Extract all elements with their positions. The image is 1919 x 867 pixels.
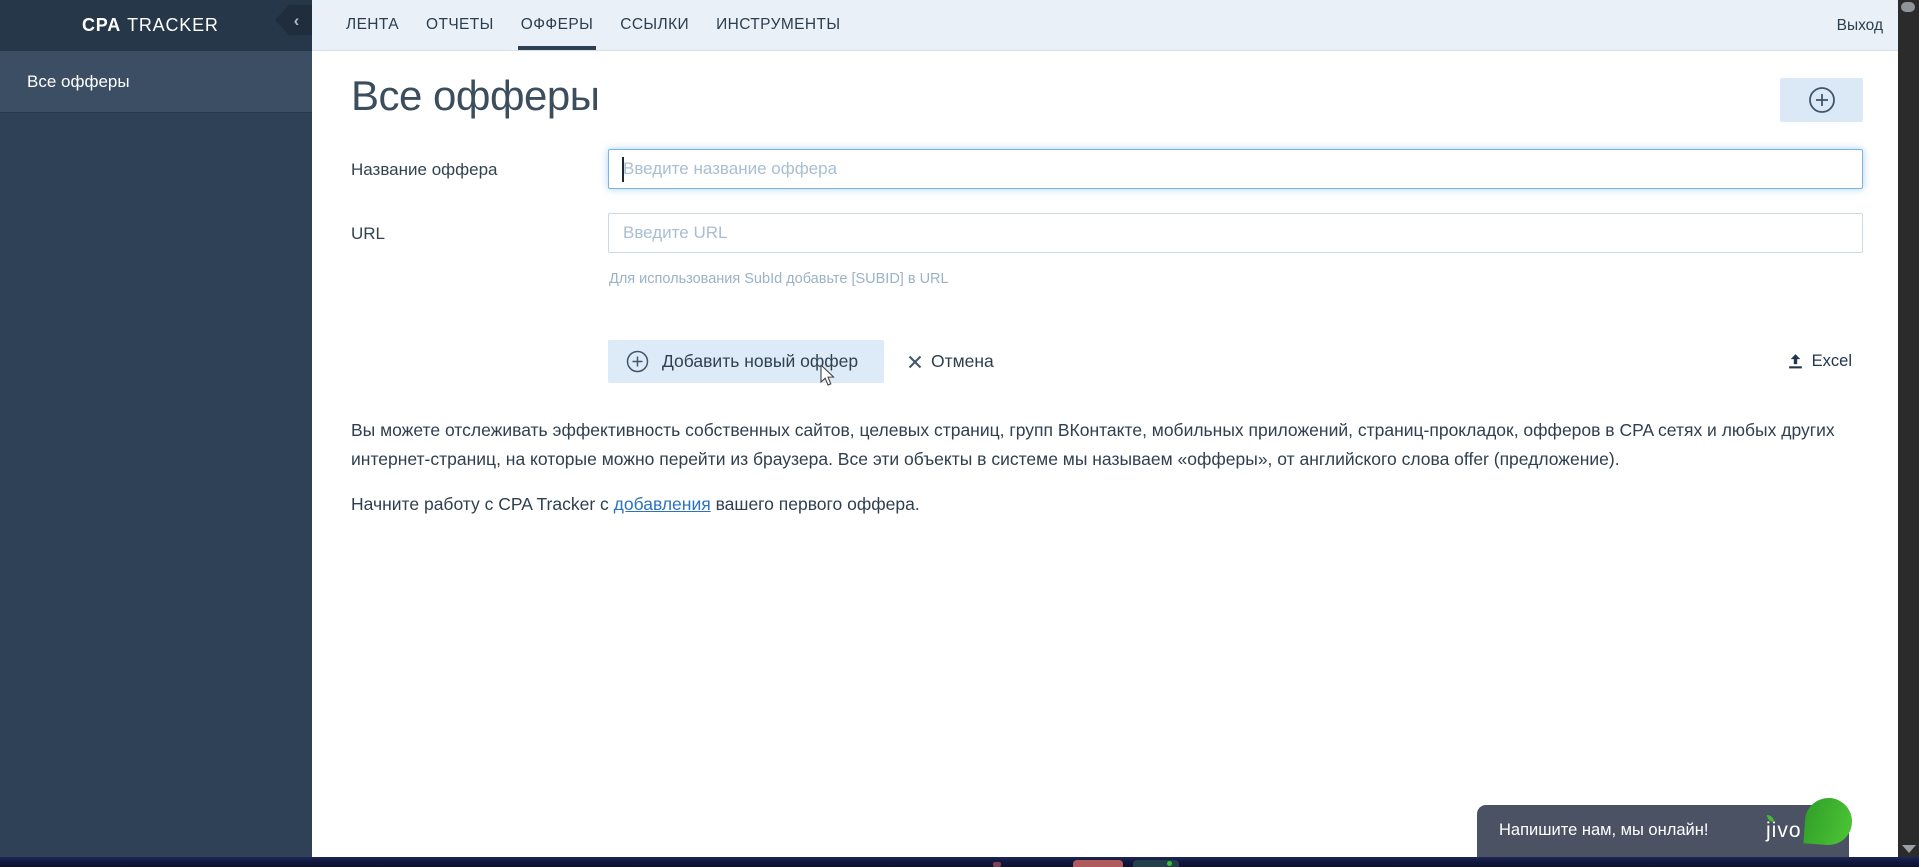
sidebar: CPA TRACKER ‹ Все офферы bbox=[0, 0, 312, 857]
text-caret bbox=[622, 157, 624, 182]
status-dot bbox=[1167, 861, 1172, 866]
chat-message: Напишите нам, мы онлайн! bbox=[1499, 821, 1709, 839]
app-logo: CPA TRACKER bbox=[82, 15, 219, 36]
tab-ssylki[interactable]: ССЫЛКИ bbox=[620, 0, 689, 50]
offer-url-input[interactable] bbox=[608, 213, 1863, 253]
tab-offery[interactable]: ОФФЕРЫ bbox=[517, 0, 597, 50]
taskbar-item bbox=[1073, 860, 1123, 867]
paragraph2-before: Начните работу с CPA Tracker с bbox=[351, 494, 614, 514]
nav-tabs: ЛЕНТА ОТЧЕТЫ ОФФЕРЫ ССЫЛКИ ИНСТРУМЕНТЫ bbox=[312, 0, 840, 50]
offer-name-label: Название оффера bbox=[351, 160, 498, 179]
offer-name-input[interactable] bbox=[608, 149, 1863, 189]
upload-icon bbox=[1787, 353, 1804, 370]
close-icon bbox=[908, 355, 922, 369]
main-content: Все офферы Название оффера URL Для испол… bbox=[312, 52, 1898, 857]
scrollbar-thumb[interactable] bbox=[1901, 2, 1915, 12]
sidebar-collapse-button[interactable]: ‹ bbox=[275, 5, 312, 35]
add-offer-top-button[interactable] bbox=[1780, 78, 1863, 122]
description-paragraph: Вы можете отслеживать эффективность собс… bbox=[351, 420, 1835, 469]
add-offer-link[interactable]: добавления bbox=[614, 494, 711, 514]
plus-circle-icon bbox=[626, 350, 649, 373]
tab-lenta[interactable]: ЛЕНТА bbox=[346, 0, 399, 50]
taskbar-sliver bbox=[0, 857, 1919, 867]
subid-hint: Для использования SubId добавьте [SUBID]… bbox=[609, 271, 949, 287]
excel-button-label: Excel bbox=[1811, 352, 1852, 370]
taskbar-item bbox=[1133, 860, 1179, 867]
cancel-button-label: Отмена bbox=[931, 351, 994, 371]
tab-otchety[interactable]: ОТЧЕТЫ bbox=[426, 0, 494, 50]
cancel-button[interactable]: Отмена bbox=[908, 340, 994, 383]
page-title: Все офферы bbox=[351, 72, 600, 119]
paragraph2-after: вашего первого оффера. bbox=[710, 494, 920, 514]
top-navigation: ЛЕНТА ОТЧЕТЫ ОФФЕРЫ ССЫЛКИ ИНСТРУМЕНТЫ В… bbox=[312, 0, 1898, 51]
scrollbar-down-arrow-icon[interactable] bbox=[1902, 845, 1916, 853]
sidebar-item-label: Все офферы bbox=[27, 71, 130, 91]
excel-export-button[interactable]: Excel bbox=[1787, 340, 1852, 383]
url-label: URL bbox=[351, 224, 386, 243]
add-offer-submit-button[interactable]: Добавить новый оффер bbox=[608, 340, 885, 383]
sidebar-header: CPA TRACKER ‹ bbox=[0, 0, 312, 51]
logout-link[interactable]: Выход bbox=[1837, 0, 1883, 51]
getting-started-paragraph: Начните работу с CPA Tracker с добавлени… bbox=[351, 490, 1853, 519]
mouse-cursor-icon bbox=[820, 365, 840, 387]
app-logo-bold: CPA bbox=[82, 15, 122, 35]
chevron-left-icon: ‹ bbox=[293, 10, 300, 30]
sidebar-item-all-offers[interactable]: Все офферы bbox=[0, 51, 312, 113]
tab-instrumenty[interactable]: ИНСТРУМЕНТЫ bbox=[716, 0, 840, 50]
app-logo-rest: TRACKER bbox=[127, 15, 219, 35]
jivo-logo-text: jivo bbox=[1766, 819, 1802, 842]
plus-circle-icon bbox=[1808, 86, 1836, 114]
browser-scrollbar[interactable] bbox=[1898, 0, 1919, 867]
chat-widget[interactable]: Напишите нам, мы онлайн! jivo bbox=[1477, 796, 1854, 857]
jivo-logo: jivo bbox=[1766, 815, 1802, 843]
taskbar-item bbox=[993, 862, 1001, 867]
